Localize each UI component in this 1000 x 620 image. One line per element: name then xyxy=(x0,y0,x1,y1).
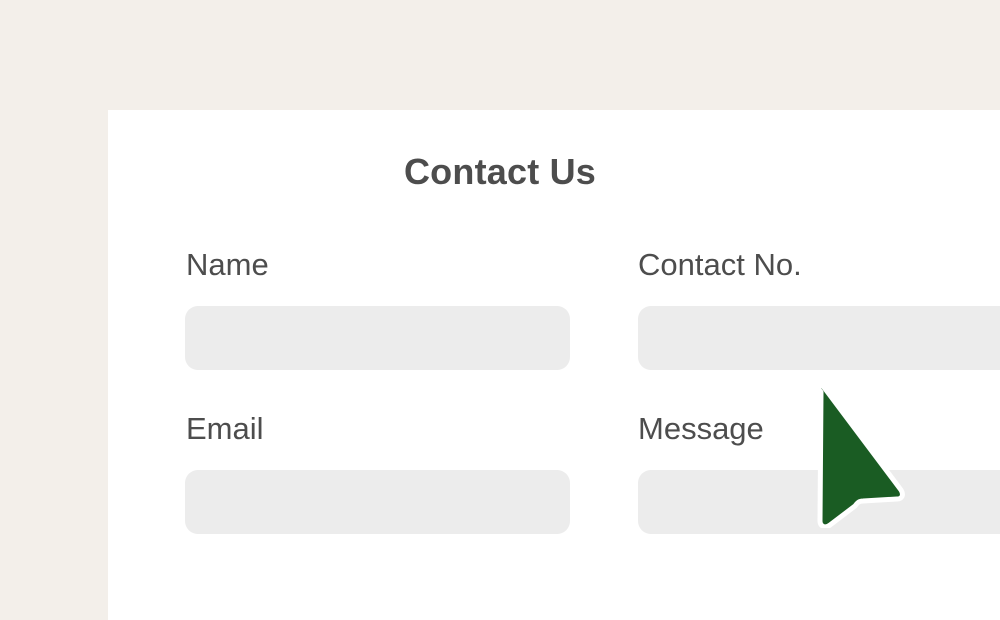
page-title: Contact Us xyxy=(403,151,597,192)
message-label: Message xyxy=(638,411,764,446)
name-label: Name xyxy=(186,247,269,282)
contact-no-input[interactable] xyxy=(638,306,1000,370)
name-input[interactable] xyxy=(185,306,570,370)
message-input[interactable] xyxy=(638,470,1000,534)
email-input[interactable] xyxy=(185,470,570,534)
contact-no-label: Contact No. xyxy=(638,247,802,282)
email-label: Email xyxy=(186,411,264,446)
page-background: Contact Us Name Contact No. Email Messag… xyxy=(0,0,1000,620)
